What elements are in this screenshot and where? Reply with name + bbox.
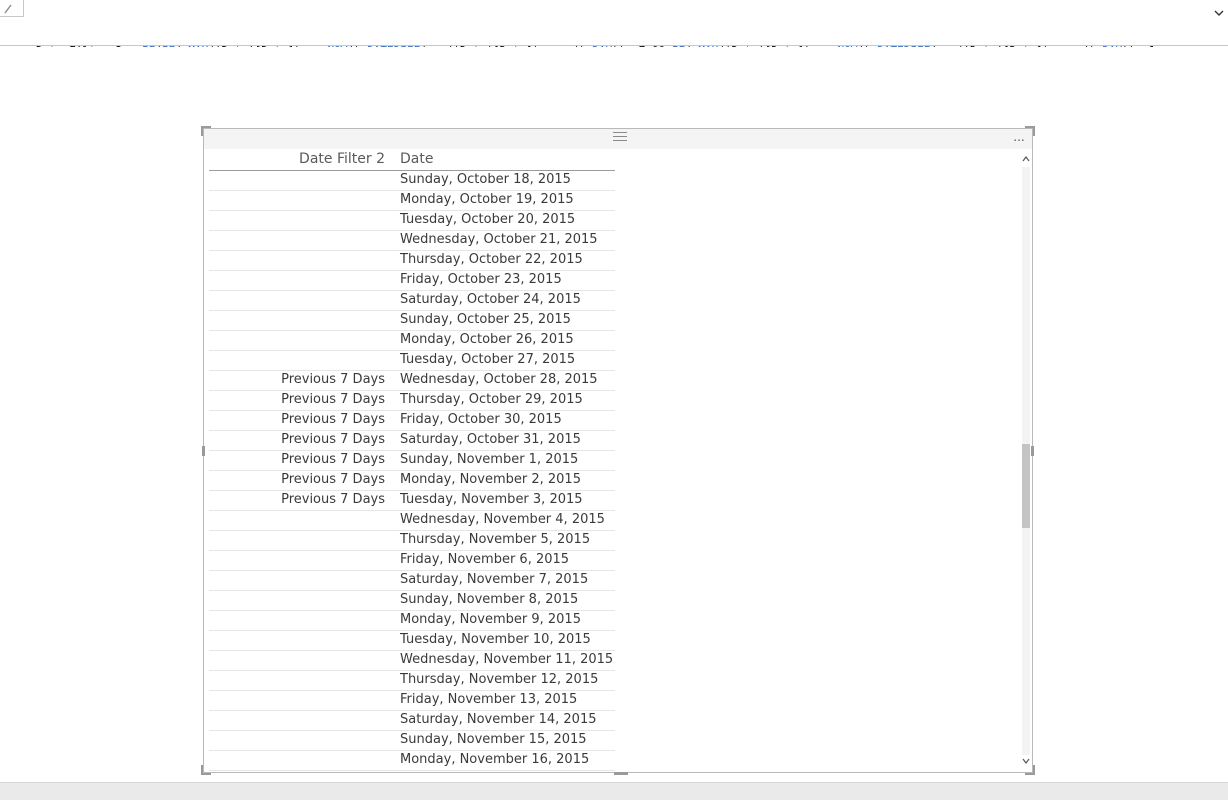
date-cell: Sunday, November 8, 2015 — [400, 592, 579, 607]
table-row[interactable]: Previous 7 Days Tuesday, November 3, 2015 — [209, 491, 615, 511]
date-cell: Saturday, November 7, 2015 — [400, 572, 589, 587]
table-row[interactable]: Thursday, October 22, 2015 — [209, 251, 615, 271]
table-row[interactable]: Friday, November 13, 2015 — [209, 691, 615, 711]
table-row[interactable]: Tuesday, October 20, 2015 — [209, 211, 615, 231]
formula-bar[interactable]: Date Filter 2 = IF(IF( MAX('Date'[Date])… — [0, 0, 1228, 111]
table-row[interactable]: Monday, October 26, 2015 — [209, 331, 615, 351]
date-cell: Wednesday, November 4, 2015 — [400, 512, 605, 527]
date-cell: Wednesday, October 21, 2015 — [400, 232, 598, 247]
date-filter-cell: Previous 7 Days — [281, 392, 385, 407]
table: Date Filter 2 Date Sunday, October 18, 2… — [209, 149, 615, 771]
table-row[interactable]: Previous 7 Days Wednesday, October 28, 20… — [209, 371, 615, 391]
date-cell: Sunday, November 15, 2015 — [400, 732, 587, 747]
chevron-down-icon[interactable] — [1214, 9, 1224, 17]
table-row[interactable]: Sunday, November 8, 2015 — [209, 591, 615, 611]
table-row[interactable]: Previous 7 Days Sunday, November 1, 2015 — [209, 451, 615, 471]
date-cell: Friday, October 23, 2015 — [400, 272, 562, 287]
date-cell: Monday, October 26, 2015 — [400, 332, 574, 347]
date-cell: Saturday, October 24, 2015 — [400, 292, 581, 307]
pencil-icon — [4, 4, 12, 14]
date-cell: Saturday, October 31, 2015 — [400, 432, 581, 447]
table-row[interactable]: Saturday, November 14, 2015 — [209, 711, 615, 731]
date-cell: Wednesday, October 28, 2015 — [400, 372, 598, 387]
date-cell: Monday, November 16, 2015 — [400, 752, 590, 767]
drag-grip-icon[interactable] — [613, 132, 627, 142]
date-cell: Tuesday, November 3, 2015 — [400, 492, 583, 507]
date-cell: Thursday, October 29, 2015 — [400, 392, 583, 407]
vertical-scrollbar[interactable] — [1021, 153, 1031, 765]
date-cell: Tuesday, November 10, 2015 — [400, 632, 591, 647]
date-cell: Monday, November 9, 2015 — [400, 612, 581, 627]
table-row[interactable]: Previous 7 Days Thursday, October 29, 201… — [209, 391, 615, 411]
table-row[interactable]: Monday, November 16, 2015 — [209, 751, 615, 771]
chevron-down-icon[interactable] — [1022, 757, 1030, 765]
date-cell: Friday, November 6, 2015 — [400, 552, 570, 567]
table-row[interactable]: Saturday, October 24, 2015 — [209, 291, 615, 311]
table-row[interactable]: Friday, November 6, 2015 — [209, 551, 615, 571]
status-strip — [0, 782, 1228, 800]
column-header-date[interactable]: Date — [400, 151, 433, 167]
date-filter-cell: Previous 7 Days — [281, 432, 385, 447]
table-row[interactable]: Sunday, November 15, 2015 — [209, 731, 615, 751]
date-cell: Sunday, October 18, 2015 — [400, 172, 571, 187]
date-filter-cell: Previous 7 Days — [281, 492, 385, 507]
table-row[interactable]: Wednesday, November 4, 2015 — [209, 511, 615, 531]
table-row[interactable]: Saturday, November 7, 2015 — [209, 571, 615, 591]
table-row[interactable]: Thursday, November 12, 2015 — [209, 671, 615, 691]
table-row[interactable]: Previous 7 Days Friday, October 30, 2015 — [209, 411, 615, 431]
table-row[interactable]: Previous 7 Days Monday, November 2, 2015 — [209, 471, 615, 491]
table-header-row: Date Filter 2 Date — [209, 149, 615, 171]
resize-handle-bottom-right[interactable] — [1025, 765, 1035, 775]
date-cell: Sunday, October 25, 2015 — [400, 312, 571, 327]
date-cell: Tuesday, October 20, 2015 — [400, 212, 576, 227]
date-filter-cell: Previous 7 Days — [281, 412, 385, 427]
date-cell: Friday, November 13, 2015 — [400, 692, 578, 707]
resize-handle-left[interactable] — [202, 446, 205, 456]
table-row[interactable]: Previous 7 Days Saturday, October 31, 201… — [209, 431, 615, 451]
resize-handle-bottom[interactable] — [614, 772, 628, 775]
table-row[interactable]: Monday, October 19, 2015 — [209, 191, 615, 211]
date-cell: Saturday, November 14, 2015 — [400, 712, 597, 727]
column-header-date-filter-2[interactable]: Date Filter 2 — [209, 151, 385, 167]
table-row[interactable]: Sunday, October 25, 2015 — [209, 311, 615, 331]
date-filter-cell: Previous 7 Days — [281, 472, 385, 487]
table-row[interactable]: Tuesday, October 27, 2015 — [209, 351, 615, 371]
date-cell: Friday, October 30, 2015 — [400, 412, 562, 427]
scrollbar-thumb[interactable] — [1022, 444, 1030, 529]
table-row[interactable]: Monday, November 9, 2015 — [209, 611, 615, 631]
table-visual[interactable]: ... Date Filter 2 Date Sunday, October 1… — [201, 126, 1035, 775]
table-row[interactable]: Thursday, November 5, 2015 — [209, 531, 615, 551]
date-cell: Thursday, October 22, 2015 — [400, 252, 583, 267]
chevron-up-icon[interactable] — [1022, 155, 1030, 163]
resize-handle-top-left[interactable] — [201, 126, 211, 136]
date-cell: Thursday, November 12, 2015 — [400, 672, 599, 687]
date-filter-cell: Previous 7 Days — [281, 452, 385, 467]
date-cell: Monday, October 19, 2015 — [400, 192, 574, 207]
formula-edit-button[interactable] — [0, 0, 24, 17]
table-row[interactable]: Wednesday, October 21, 2015 — [209, 231, 615, 251]
date-cell: Wednesday, November 11, 2015 — [400, 652, 614, 667]
date-filter-cell: Previous 7 Days — [281, 372, 385, 387]
date-cell: Monday, November 2, 2015 — [400, 472, 581, 487]
table-row[interactable]: Wednesday, November 11, 2015 — [209, 651, 615, 671]
table-row[interactable]: Tuesday, November 10, 2015 — [209, 631, 615, 651]
date-cell: Tuesday, October 27, 2015 — [400, 352, 576, 367]
table-row[interactable]: Friday, October 23, 2015 — [209, 271, 615, 291]
table-row[interactable]: Sunday, October 18, 2015 — [209, 171, 615, 191]
more-options-button[interactable]: ... — [1010, 131, 1028, 145]
date-cell: Sunday, November 1, 2015 — [400, 452, 579, 467]
date-cell: Thursday, November 5, 2015 — [400, 532, 591, 547]
resize-handle-right[interactable] — [1031, 446, 1034, 456]
table-body: Sunday, October 18, 2015 Monday, October … — [209, 171, 615, 771]
